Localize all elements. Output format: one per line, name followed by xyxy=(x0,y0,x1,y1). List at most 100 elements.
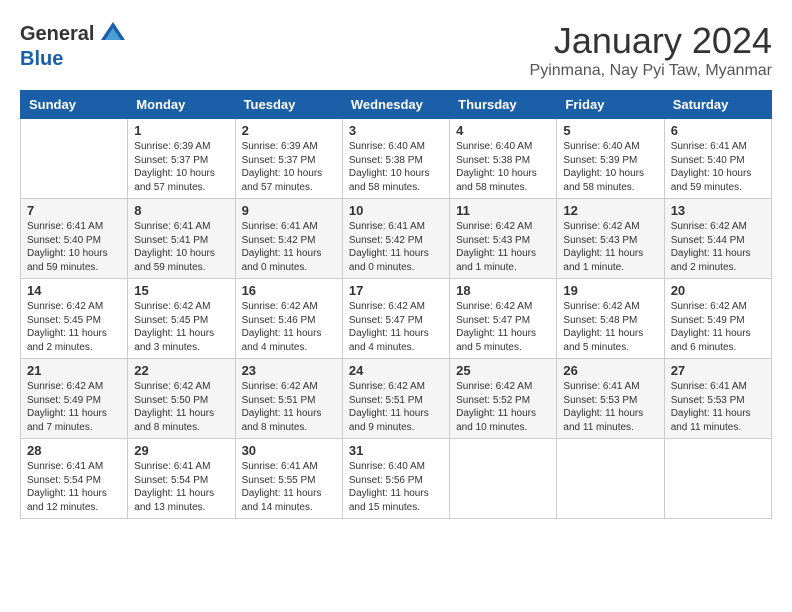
day-info: Sunrise: 6:42 AM Sunset: 5:43 PM Dayligh… xyxy=(563,220,657,274)
table-row: 4Sunrise: 6:40 AM Sunset: 5:38 PM Daylig… xyxy=(450,119,557,199)
day-info: Sunrise: 6:41 AM Sunset: 5:42 PM Dayligh… xyxy=(349,220,443,274)
calendar-week: 1 Sunrise: 6:39 AM Sunset: 5:37 PM Daylig… xyxy=(21,119,772,199)
table-row: 29 Sunrise: 6:41 AM Sunset: 5:54 PM Dayli… xyxy=(128,439,235,519)
table-row: 5Sunrise: 6:40 AM Sunset: 5:39 PM Daylig… xyxy=(557,119,664,199)
day-info: Sunrise: 6:42 AM Sunset: 5:44 PM Dayligh… xyxy=(671,220,765,274)
calendar-week: 21Sunrise: 6:42 AM Sunset: 5:49 PM Dayli… xyxy=(21,359,772,439)
table-row xyxy=(664,439,771,519)
day-info: Sunrise: 6:41 AM Sunset: 5:54 PM Dayligh… xyxy=(27,460,121,514)
day-info: Sunrise: 6:41 AM Sunset: 5:42 PM Dayligh… xyxy=(242,220,336,274)
table-row: 31 Sunrise: 6:40 AM Sunset: 5:56 PM Dayli… xyxy=(342,439,449,519)
day-info: Sunrise: 6:40 AM Sunset: 5:39 PM Dayligh… xyxy=(563,140,657,194)
day-number: 3 xyxy=(349,123,443,138)
day-info: Sunrise: 6:41 AM Sunset: 5:40 PM Dayligh… xyxy=(671,140,765,194)
day-info: Sunrise: 6:42 AM Sunset: 5:46 PM Dayligh… xyxy=(242,300,336,354)
table-row: 2Sunrise: 6:39 AM Sunset: 5:37 PM Daylig… xyxy=(235,119,342,199)
logo-blue: Blue xyxy=(20,48,63,70)
table-row: 19Sunrise: 6:42 AM Sunset: 5:48 PM Dayli… xyxy=(557,279,664,359)
day-info: Sunrise: 6:39 AM Sunset: 5:37 PM Dayligh… xyxy=(134,140,228,194)
day-info: Sunrise: 6:41 AM Sunset: 5:55 PM Dayligh… xyxy=(242,460,336,514)
day-number: 20 xyxy=(671,283,765,298)
calendar-week: 7 Sunrise: 6:41 AM Sunset: 5:40 PM Daylig… xyxy=(21,199,772,279)
day-number: 2 xyxy=(242,123,336,138)
day-number: 18 xyxy=(456,283,550,298)
table-row: 16 Sunrise: 6:42 AM Sunset: 5:46 PM Dayli… xyxy=(235,279,342,359)
table-row: 12 Sunrise: 6:42 AM Sunset: 5:43 PM Dayli… xyxy=(557,199,664,279)
day-info: Sunrise: 6:41 AM Sunset: 5:54 PM Dayligh… xyxy=(134,460,228,514)
header-row: Sunday Monday Tuesday Wednesday Thursday… xyxy=(21,91,772,119)
col-thursday: Thursday xyxy=(450,91,557,119)
day-info: Sunrise: 6:42 AM Sunset: 5:51 PM Dayligh… xyxy=(242,380,336,434)
col-monday: Monday xyxy=(128,91,235,119)
col-saturday: Saturday xyxy=(664,91,771,119)
day-number: 7 xyxy=(27,203,121,218)
table-row xyxy=(450,439,557,519)
col-sunday: Sunday xyxy=(21,91,128,119)
day-info: Sunrise: 6:42 AM Sunset: 5:50 PM Dayligh… xyxy=(134,380,228,434)
logo-icon xyxy=(99,20,127,48)
table-row: 17Sunrise: 6:42 AM Sunset: 5:47 PM Dayli… xyxy=(342,279,449,359)
subtitle: Pyinmana, Nay Pyi Taw, Myanmar xyxy=(530,62,772,80)
day-number: 11 xyxy=(456,203,550,218)
table-row: 27 Sunrise: 6:41 AM Sunset: 5:53 PM Dayli… xyxy=(664,359,771,439)
calendar: Sunday Monday Tuesday Wednesday Thursday… xyxy=(20,90,772,519)
table-row: 23 Sunrise: 6:42 AM Sunset: 5:51 PM Dayli… xyxy=(235,359,342,439)
day-info: Sunrise: 6:41 AM Sunset: 5:53 PM Dayligh… xyxy=(671,380,765,434)
table-row: 14Sunrise: 6:42 AM Sunset: 5:45 PM Dayli… xyxy=(21,279,128,359)
header: General Blue January 2024 Pyinmana, Nay … xyxy=(20,20,772,80)
table-row: 24 Sunrise: 6:42 AM Sunset: 5:51 PM Dayli… xyxy=(342,359,449,439)
table-row: 28 Sunrise: 6:41 AM Sunset: 5:54 PM Dayli… xyxy=(21,439,128,519)
day-info: Sunrise: 6:42 AM Sunset: 5:52 PM Dayligh… xyxy=(456,380,550,434)
day-info: Sunrise: 6:40 AM Sunset: 5:38 PM Dayligh… xyxy=(456,140,550,194)
title-block: January 2024 Pyinmana, Nay Pyi Taw, Myan… xyxy=(530,20,772,80)
day-info: Sunrise: 6:42 AM Sunset: 5:45 PM Dayligh… xyxy=(134,300,228,354)
day-number: 17 xyxy=(349,283,443,298)
day-info: Sunrise: 6:40 AM Sunset: 5:38 PM Dayligh… xyxy=(349,140,443,194)
day-number: 12 xyxy=(563,203,657,218)
table-row: 22 Sunrise: 6:42 AM Sunset: 5:50 PM Dayli… xyxy=(128,359,235,439)
month-title: January 2024 xyxy=(530,20,772,62)
day-number: 6 xyxy=(671,123,765,138)
day-info: Sunrise: 6:40 AM Sunset: 5:56 PM Dayligh… xyxy=(349,460,443,514)
day-info: Sunrise: 6:42 AM Sunset: 5:47 PM Dayligh… xyxy=(456,300,550,354)
table-row: 7 Sunrise: 6:41 AM Sunset: 5:40 PM Daylig… xyxy=(21,199,128,279)
day-number: 31 xyxy=(349,443,443,458)
col-wednesday: Wednesday xyxy=(342,91,449,119)
col-tuesday: Tuesday xyxy=(235,91,342,119)
day-number: 30 xyxy=(242,443,336,458)
table-row: 30 Sunrise: 6:41 AM Sunset: 5:55 PM Dayli… xyxy=(235,439,342,519)
day-number: 22 xyxy=(134,363,228,378)
table-row: 1 Sunrise: 6:39 AM Sunset: 5:37 PM Daylig… xyxy=(128,119,235,199)
day-info: Sunrise: 6:41 AM Sunset: 5:41 PM Dayligh… xyxy=(134,220,228,274)
day-number: 27 xyxy=(671,363,765,378)
day-number: 9 xyxy=(242,203,336,218)
day-info: Sunrise: 6:42 AM Sunset: 5:49 PM Dayligh… xyxy=(671,300,765,354)
day-number: 15 xyxy=(134,283,228,298)
day-info: Sunrise: 6:42 AM Sunset: 5:49 PM Dayligh… xyxy=(27,380,121,434)
day-number: 24 xyxy=(349,363,443,378)
day-number: 13 xyxy=(671,203,765,218)
logo: General Blue xyxy=(20,20,127,70)
calendar-body: 1 Sunrise: 6:39 AM Sunset: 5:37 PM Daylig… xyxy=(21,119,772,519)
table-row: 26Sunrise: 6:41 AM Sunset: 5:53 PM Dayli… xyxy=(557,359,664,439)
day-number: 23 xyxy=(242,363,336,378)
day-number: 10 xyxy=(349,203,443,218)
day-number: 16 xyxy=(242,283,336,298)
day-info: Sunrise: 6:41 AM Sunset: 5:40 PM Dayligh… xyxy=(27,220,121,274)
day-info: Sunrise: 6:42 AM Sunset: 5:43 PM Dayligh… xyxy=(456,220,550,274)
table-row xyxy=(557,439,664,519)
table-row: 20 Sunrise: 6:42 AM Sunset: 5:49 PM Dayli… xyxy=(664,279,771,359)
table-row: 18 Sunrise: 6:42 AM Sunset: 5:47 PM Dayli… xyxy=(450,279,557,359)
table-row xyxy=(21,119,128,199)
day-number: 28 xyxy=(27,443,121,458)
day-info: Sunrise: 6:42 AM Sunset: 5:51 PM Dayligh… xyxy=(349,380,443,434)
day-number: 29 xyxy=(134,443,228,458)
table-row: 21Sunrise: 6:42 AM Sunset: 5:49 PM Dayli… xyxy=(21,359,128,439)
logo-general: General xyxy=(20,23,94,45)
table-row: 9 Sunrise: 6:41 AM Sunset: 5:42 PM Daylig… xyxy=(235,199,342,279)
day-number: 1 xyxy=(134,123,228,138)
calendar-header: Sunday Monday Tuesday Wednesday Thursday… xyxy=(21,91,772,119)
day-info: Sunrise: 6:42 AM Sunset: 5:48 PM Dayligh… xyxy=(563,300,657,354)
day-number: 8 xyxy=(134,203,228,218)
page: General Blue January 2024 Pyinmana, Nay … xyxy=(0,0,792,529)
